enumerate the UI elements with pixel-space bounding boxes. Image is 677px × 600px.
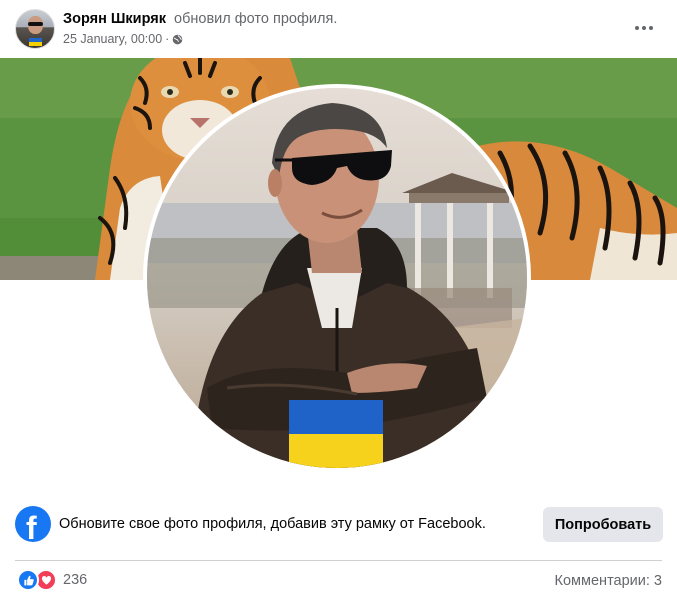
author-name-link[interactable]: Зорян Шкиряк: [63, 11, 166, 27]
reactions-summary[interactable]: 236: [17, 569, 88, 591]
more-options-icon[interactable]: [629, 14, 659, 42]
like-icon: [17, 569, 39, 591]
comments-count-link[interactable]: Комментарии: 3: [555, 573, 662, 589]
divider: [15, 560, 662, 561]
post-date-link[interactable]: 25 January, 00:00: [63, 32, 162, 46]
post: Зорян Шкиряк обновил фото профиля. 25 Ja…: [0, 0, 677, 600]
try-frame-button[interactable]: Попробовать: [543, 507, 663, 542]
facebook-logo-icon: f: [15, 506, 51, 542]
globe-icon[interactable]: [172, 34, 183, 45]
post-meta: 25 January, 00:00 ·: [63, 32, 183, 46]
frame-promo: f Обновите свое фото профиля, добавив эт…: [0, 500, 677, 548]
author-avatar[interactable]: [15, 9, 55, 49]
promo-text: Обновите свое фото профиля, добавив эту …: [59, 516, 486, 532]
reaction-count: 236: [63, 572, 88, 588]
meta-separator: ·: [165, 32, 170, 46]
post-footer: 236 Комментарии: 3: [0, 566, 677, 596]
profile-photo[interactable]: [143, 84, 531, 472]
author-line: Зорян Шкиряк обновил фото профиля.: [63, 11, 337, 27]
post-header: Зорян Шкиряк обновил фото профиля. 25 Ja…: [0, 0, 677, 58]
post-action-text: обновил фото профиля.: [174, 11, 338, 27]
